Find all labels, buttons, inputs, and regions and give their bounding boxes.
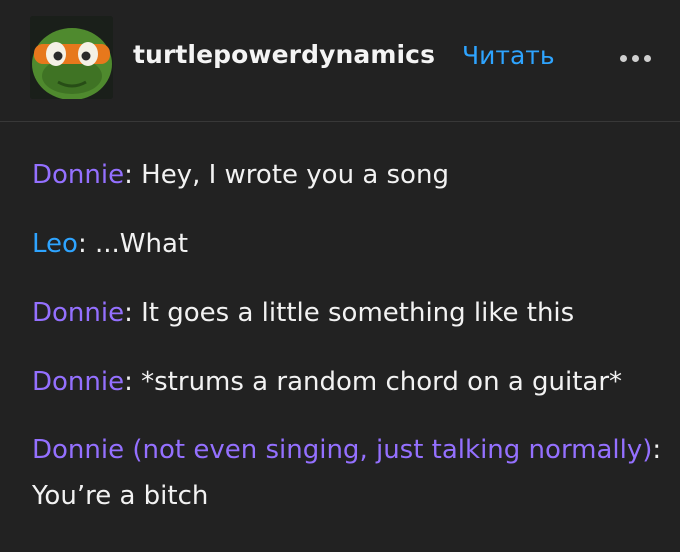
dialogue-line: Donnie: It goes a little something like … <box>32 295 662 331</box>
dialogue-line: Donnie (not even singing, just talking n… <box>32 427 662 519</box>
post-body: Donnie: Hey, I wrote you a song Leo: ...… <box>32 157 662 552</box>
speaker-name: Leo <box>32 229 78 259</box>
dialogue-text: *strums a random chord on a guitar* <box>132 367 623 397</box>
speaker-name: Donnie <box>32 367 125 397</box>
username-link[interactable]: turtlepowerdynamics <box>133 40 435 69</box>
ellipsis-icon[interactable] <box>618 52 654 66</box>
avatar[interactable] <box>30 16 113 99</box>
separator: : <box>652 435 662 465</box>
separator: : <box>124 367 133 397</box>
separator: : <box>124 298 133 328</box>
dialogue-line: Leo: ...What <box>32 226 662 262</box>
dialogue-text: Hey, I wrote you a song <box>132 160 449 190</box>
turtle-avatar-icon <box>30 16 113 99</box>
speaker-name: Donnie <box>32 298 125 328</box>
separator: : <box>124 160 133 190</box>
speaker-name: Donnie <box>32 160 125 190</box>
dialogue-line: Donnie: *strums a random chord on a guit… <box>32 364 662 400</box>
follow-button[interactable]: Читать <box>462 41 555 70</box>
separator: : <box>77 229 87 259</box>
dialogue-text: ...What <box>86 229 189 259</box>
speaker-name: Donnie (not even singing, just talking n… <box>32 435 653 465</box>
post-header: turtlepowerdynamics Читать <box>0 0 680 122</box>
dialogue-line: Donnie: Hey, I wrote you a song <box>32 157 662 193</box>
dialogue-text: It goes a little something like this <box>132 298 575 328</box>
dialogue-text: You’re a bitch <box>32 481 209 511</box>
